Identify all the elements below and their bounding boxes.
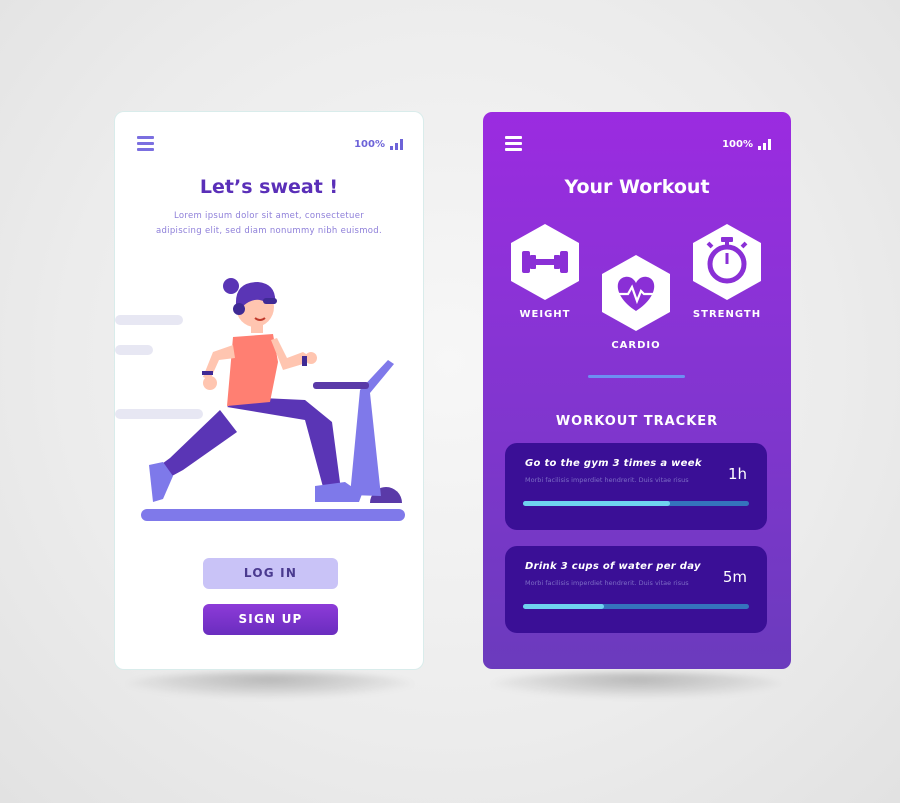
tracker-card-water[interactable]: Drink 3 cups of water per day Morbi faci… xyxy=(505,546,767,633)
section-divider xyxy=(588,375,685,378)
phone-shadow-right xyxy=(490,672,785,698)
intro-line-2: adipiscing elit, sed diam nonummy nibh e… xyxy=(155,226,383,236)
status-bar: 100% xyxy=(722,139,771,150)
battery-text: 100% xyxy=(722,139,753,150)
tracker-title: Drink 3 cups of water per day xyxy=(525,561,701,572)
phone-shadow-left xyxy=(125,672,415,698)
status-bar: 100% xyxy=(354,139,403,150)
hamburger-menu-icon[interactable] xyxy=(505,136,522,152)
category-label: WEIGHT xyxy=(519,309,571,320)
tracker-subtitle: Morbi facilisis imperdiet hendrerit. Dui… xyxy=(525,476,689,484)
category-label: CARDIO xyxy=(611,340,661,351)
treadmill-runner-illustration xyxy=(115,278,405,521)
hamburger-menu-icon[interactable] xyxy=(137,136,154,152)
category-cardio[interactable]: CARDIO xyxy=(600,253,672,351)
heart-pulse-icon xyxy=(602,255,670,331)
signal-icon xyxy=(390,139,403,150)
page-title: Your Workout xyxy=(564,176,710,198)
stopwatch-icon xyxy=(693,224,761,300)
signup-button[interactable]: SIGN UP xyxy=(203,604,338,635)
tracker-heading: WORKOUT TRACKER xyxy=(555,414,719,429)
login-button[interactable]: LOG IN xyxy=(203,558,338,589)
tracker-progress-fill xyxy=(523,604,605,609)
login-screen: 100% Let’s sweat ! Lorem ipsum dolor sit… xyxy=(115,112,423,669)
page-title: Let’s sweat ! xyxy=(199,176,339,198)
battery-text: 100% xyxy=(354,139,385,150)
signal-icon xyxy=(758,139,771,150)
tracker-subtitle: Morbi facilisis imperdiet hendrerit. Dui… xyxy=(525,579,689,587)
tracker-value: 1h xyxy=(727,465,747,483)
tracker-card-gym[interactable]: Go to the gym 3 times a week Morbi facil… xyxy=(505,443,767,530)
intro-line-1: Lorem ipsum dolor sit amet, consectetuer xyxy=(173,211,365,221)
tracker-progress-fill xyxy=(523,501,670,506)
intro-text: Lorem ipsum dolor sit amet, consectetuer… xyxy=(135,209,403,239)
tracker-title: Go to the gym 3 times a week xyxy=(525,458,702,469)
workout-screen: 100% Your Workout WEIGHT CARDIO STRENGTH… xyxy=(483,112,791,669)
tracker-value: 5m xyxy=(722,568,747,586)
category-strength[interactable]: STRENGTH xyxy=(691,222,763,320)
tracker-progress-bar xyxy=(523,604,749,609)
tracker-progress-bar xyxy=(523,501,749,506)
dumbbell-icon xyxy=(511,224,579,300)
category-weight[interactable]: WEIGHT xyxy=(509,222,581,320)
category-label: STRENGTH xyxy=(692,309,762,320)
